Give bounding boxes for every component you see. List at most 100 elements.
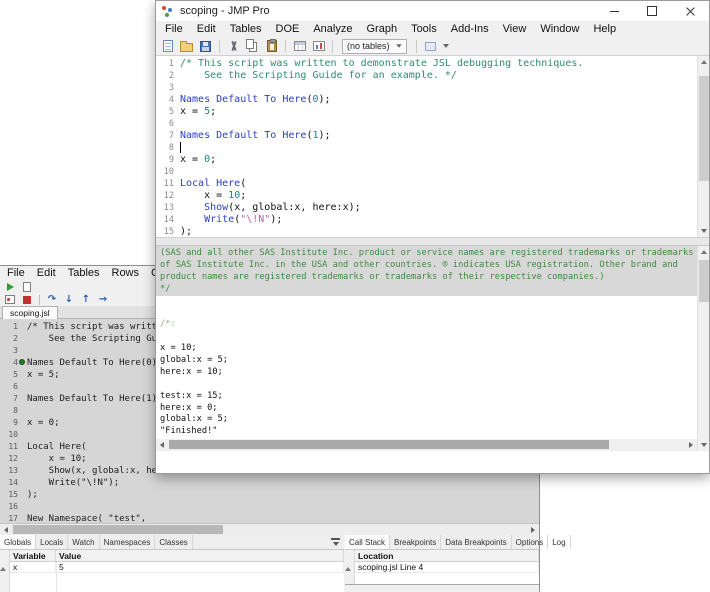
- data-table-icon[interactable]: [291, 38, 308, 55]
- variables-row[interactable]: x5: [10, 562, 344, 573]
- breakpoint-gutter[interactable]: [18, 489, 27, 501]
- scroll-up-icon[interactable]: [698, 246, 710, 258]
- debugger-menu-item-edit[interactable]: Edit: [31, 267, 62, 279]
- stop-icon[interactable]: [20, 294, 34, 306]
- editor-line[interactable]: 13 Show(x, global:x, here:x);: [156, 202, 697, 214]
- callstack-tab-options[interactable]: Options: [512, 535, 549, 549]
- step-out-icon[interactable]: ↑: [79, 294, 93, 306]
- paste-icon[interactable]: [263, 38, 280, 55]
- menu-item-doe[interactable]: DOE: [269, 23, 307, 35]
- variables-tab-globals[interactable]: Globals: [0, 535, 36, 549]
- debugger-editor-line[interactable]: 17New Namespace( "test",: [0, 513, 539, 523]
- menu-item-tables[interactable]: Tables: [223, 23, 269, 35]
- editor-line[interactable]: 9x = 0;: [156, 154, 697, 166]
- breakpoint-gutter[interactable]: [18, 441, 27, 453]
- callstack-tab-log[interactable]: Log: [548, 535, 570, 549]
- menu-item-analyze[interactable]: Analyze: [306, 23, 359, 35]
- minimize-button[interactable]: [595, 1, 633, 21]
- callstack-tab-breakpoints[interactable]: Breakpoints: [390, 535, 441, 549]
- callstack-tab-data-breakpoints[interactable]: Data Breakpoints: [441, 535, 511, 549]
- breakpoint-gutter[interactable]: [18, 369, 27, 381]
- copy-icon[interactable]: [244, 38, 261, 55]
- run-script-icon[interactable]: [3, 281, 17, 293]
- save-icon[interactable]: [197, 38, 214, 55]
- variables-scrollbar[interactable]: [0, 550, 10, 592]
- open-log-icon[interactable]: [20, 281, 34, 293]
- breakpoint-gutter[interactable]: [18, 513, 27, 523]
- editor-line[interactable]: 4Names Default To Here(0);: [156, 94, 697, 106]
- debugger-editor-line[interactable]: 14 Write("\!N");: [0, 477, 539, 489]
- breakpoint-gutter[interactable]: [18, 381, 27, 393]
- editor-line[interactable]: 11Local Here(: [156, 178, 697, 190]
- scrollbar-thumb[interactable]: [169, 440, 609, 449]
- toolbar-overflow-icon[interactable]: [443, 44, 449, 48]
- run-to-cursor-icon[interactable]: →: [96, 294, 110, 306]
- log-pane[interactable]: (SAS and all other SAS Institute Inc. pr…: [156, 246, 709, 473]
- menu-item-tools[interactable]: Tools: [404, 23, 444, 35]
- breakpoint-gutter[interactable]: [18, 477, 27, 489]
- new-script-icon[interactable]: [159, 38, 176, 55]
- scroll-up-icon[interactable]: [698, 56, 710, 68]
- debugger-menu-item-file[interactable]: File: [1, 267, 31, 279]
- graph-icon[interactable]: [310, 38, 327, 55]
- toolbar-options-icon[interactable]: [422, 38, 439, 55]
- log-horizontal-scrollbar[interactable]: [156, 439, 697, 451]
- variables-tab-watch[interactable]: Watch: [68, 535, 99, 549]
- debugger-horizontal-scrollbar[interactable]: [0, 523, 539, 535]
- scroll-down-icon[interactable]: [698, 225, 710, 237]
- editor-line[interactable]: 3: [156, 82, 697, 94]
- menu-item-window[interactable]: Window: [533, 23, 586, 35]
- menu-item-add-ins[interactable]: Add-Ins: [444, 23, 496, 35]
- scrollbar-thumb[interactable]: [699, 260, 709, 302]
- panel-pin-icon[interactable]: [330, 538, 341, 547]
- breakpoint-gutter[interactable]: [18, 393, 27, 405]
- variables-tab-classes[interactable]: Classes: [155, 535, 192, 549]
- debugger-editor-line[interactable]: 15);: [0, 489, 539, 501]
- breakpoint-gutter[interactable]: [18, 321, 27, 333]
- editor-line[interactable]: 1/* This script was written to demonstra…: [156, 58, 697, 70]
- editor-line[interactable]: 8: [156, 142, 697, 154]
- editor-line[interactable]: 10: [156, 166, 697, 178]
- editor-log-splitter[interactable]: [156, 237, 709, 246]
- script-editor-lines[interactable]: 1/* This script was written to demonstra…: [156, 56, 697, 237]
- editor-vertical-scrollbar[interactable]: [697, 56, 709, 237]
- maximize-button[interactable]: [633, 1, 671, 21]
- editor-line[interactable]: 2 See the Scripting Guide for an example…: [156, 70, 697, 82]
- scroll-up-icon[interactable]: [0, 550, 6, 571]
- menu-item-graph[interactable]: Graph: [359, 23, 404, 35]
- title-bar[interactable]: scoping - JMP Pro: [156, 1, 709, 21]
- editor-line[interactable]: 7Names Default To Here(1);: [156, 130, 697, 142]
- scroll-left-icon[interactable]: [156, 439, 168, 451]
- callstack-scrollbar[interactable]: [345, 550, 355, 584]
- step-into-icon[interactable]: ↓: [62, 294, 76, 306]
- scroll-down-icon[interactable]: [698, 439, 710, 451]
- open-icon[interactable]: [178, 38, 195, 55]
- scroll-right-icon[interactable]: [527, 524, 539, 535]
- scrollbar-thumb[interactable]: [699, 76, 709, 181]
- cut-icon[interactable]: [225, 38, 242, 55]
- editor-line[interactable]: 15);: [156, 226, 697, 237]
- breakpoint-gutter[interactable]: [18, 465, 27, 477]
- scroll-left-icon[interactable]: [0, 524, 12, 535]
- scroll-right-icon[interactable]: [685, 439, 697, 451]
- breakpoint-gutter[interactable]: [18, 333, 27, 345]
- scroll-up-icon[interactable]: [345, 550, 351, 571]
- tables-dropdown[interactable]: (no tables): [342, 39, 407, 54]
- menu-item-file[interactable]: File: [158, 23, 190, 35]
- step-over-icon[interactable]: ↷: [45, 294, 59, 306]
- menu-item-edit[interactable]: Edit: [190, 23, 223, 35]
- editor-line[interactable]: 5x = 5;: [156, 106, 697, 118]
- breakpoint-list-icon[interactable]: [3, 294, 17, 306]
- breakpoint-gutter[interactable]: [18, 345, 27, 357]
- script-editor[interactable]: 1/* This script was written to demonstra…: [156, 56, 709, 237]
- breakpoint-gutter[interactable]: [18, 453, 27, 465]
- editor-line[interactable]: 14 Write("\!N");: [156, 214, 697, 226]
- variables-tab-namespaces[interactable]: Namespaces: [100, 535, 156, 549]
- breakpoint-gutter[interactable]: [18, 405, 27, 417]
- breakpoint-gutter[interactable]: [18, 501, 27, 513]
- tab-scoping-jsl[interactable]: scoping.jsl: [2, 306, 58, 319]
- debugger-editor-line[interactable]: 16: [0, 501, 539, 513]
- menu-item-help[interactable]: Help: [586, 23, 623, 35]
- breakpoint-gutter[interactable]: [18, 357, 27, 369]
- close-button[interactable]: [671, 1, 709, 21]
